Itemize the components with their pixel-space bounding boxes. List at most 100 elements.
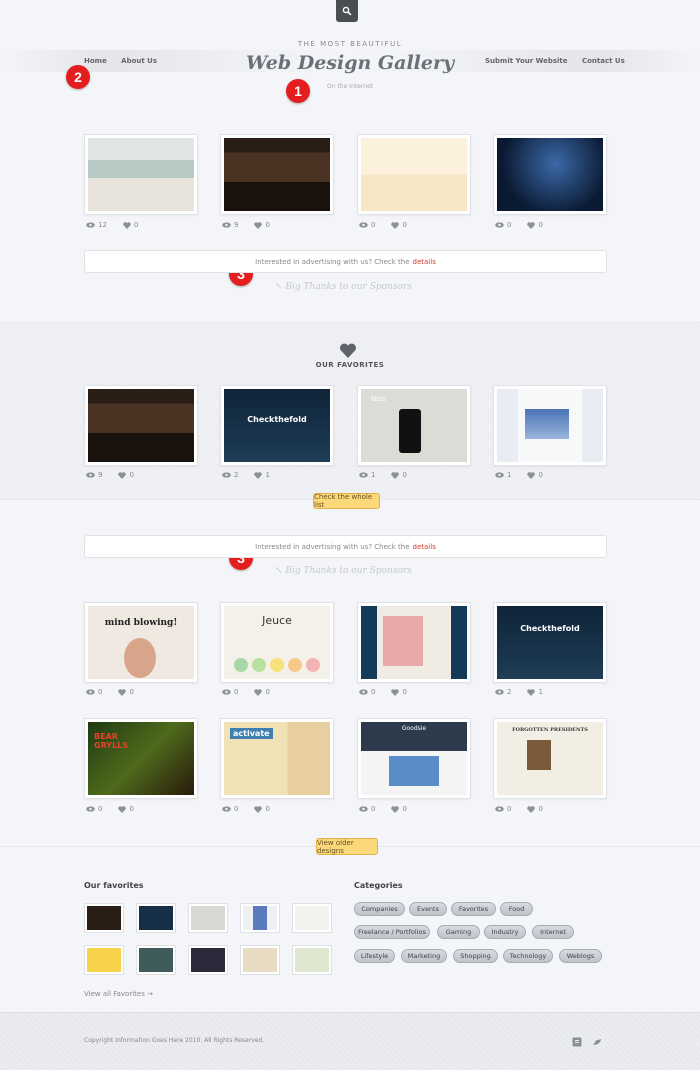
- eye-icon: [222, 806, 231, 812]
- footer-favorite-thumb[interactable]: [84, 903, 124, 933]
- categories-title: Categories: [354, 881, 403, 890]
- ad-details-link[interactable]: details: [413, 543, 436, 551]
- category-tag[interactable]: Technology: [503, 949, 553, 963]
- footer-favorite-thumb[interactable]: [188, 945, 228, 975]
- ad-text: Interested in advertising with us? Check…: [255, 257, 410, 266]
- likes-count: 0: [129, 805, 134, 813]
- likes-count: 1: [538, 688, 543, 696]
- favorite-thumb[interactable]: Nizo: [357, 385, 471, 466]
- heart-icon[interactable]: [118, 471, 127, 479]
- category-tag[interactable]: Companies: [354, 902, 405, 916]
- heart-icon[interactable]: [391, 688, 400, 696]
- thumb-label: FORGOTTEN PRESIDENTS: [512, 727, 588, 733]
- thumb-stats: 9 0: [222, 221, 270, 229]
- gallery-thumb[interactable]: activate: [220, 718, 334, 799]
- footer-favorite-thumb[interactable]: [240, 903, 280, 933]
- favorite-thumb[interactable]: [84, 385, 198, 466]
- search-button[interactable]: [336, 0, 358, 22]
- category-tag[interactable]: Freelance / Portfolios: [354, 925, 430, 939]
- gallery-thumb[interactable]: Checkthefold: [493, 602, 607, 683]
- twitter-icon[interactable]: [592, 1037, 602, 1047]
- heart-icon[interactable]: [391, 805, 400, 813]
- heart-icon[interactable]: [118, 805, 127, 813]
- category-tag[interactable]: Industry: [484, 925, 526, 939]
- heart-icon[interactable]: [254, 221, 263, 229]
- thumb-stats: 0 0: [359, 688, 407, 696]
- favorite-thumb[interactable]: [493, 385, 607, 466]
- eye-icon: [495, 806, 504, 812]
- heart-icon[interactable]: [254, 471, 263, 479]
- category-tag[interactable]: Food: [500, 902, 533, 916]
- footer-favorite-thumb[interactable]: [136, 945, 176, 975]
- site-subtitle: On the Internet: [326, 83, 373, 90]
- thumb-label: Goodsie: [401, 725, 427, 732]
- gallery-thumb[interactable]: [220, 134, 334, 215]
- footer-favorite-thumb[interactable]: [292, 903, 332, 933]
- category-tag[interactable]: Events: [409, 902, 447, 916]
- thumb-stats: 0 0: [86, 805, 134, 813]
- heart-icon[interactable]: [254, 805, 263, 813]
- eye-icon: [359, 806, 368, 812]
- likes-count: 0: [265, 805, 270, 813]
- gallery-thumb[interactable]: Jeuce: [220, 602, 334, 683]
- marker-1: 1: [286, 79, 310, 103]
- eye-icon: [222, 689, 231, 695]
- gallery-thumb[interactable]: [357, 602, 471, 683]
- heart-icon[interactable]: [123, 221, 131, 229]
- views-count: 0: [234, 805, 239, 813]
- facebook-icon[interactable]: [572, 1037, 582, 1047]
- views-count: 0: [371, 221, 376, 229]
- thumb-label: activate: [230, 728, 273, 739]
- check-whole-list-button[interactable]: Check the whole list: [313, 493, 380, 509]
- category-tag[interactable]: Weblogs: [559, 949, 602, 963]
- category-tag[interactable]: Internet: [532, 925, 574, 939]
- category-tag[interactable]: Gaming: [437, 925, 480, 939]
- eye-icon: [86, 689, 95, 695]
- view-older-designs-button[interactable]: View older designs: [316, 838, 378, 855]
- gallery-thumb[interactable]: mind blowing!: [84, 602, 198, 683]
- gallery-thumb[interactable]: [357, 134, 471, 215]
- views-count: 0: [507, 221, 512, 229]
- gallery-thumb[interactable]: [493, 134, 607, 215]
- eye-icon: [222, 472, 231, 478]
- category-tag[interactable]: Shopping: [453, 949, 498, 963]
- views-count: 2: [234, 471, 239, 479]
- gallery-thumb[interactable]: Goodsie: [357, 718, 471, 799]
- gallery-thumb[interactable]: [84, 134, 198, 215]
- footer-favorite-thumb[interactable]: [188, 903, 228, 933]
- thumb-stats: 9 0: [86, 471, 134, 479]
- eye-icon: [359, 472, 368, 478]
- likes-count: 0: [129, 471, 134, 479]
- heart-icon[interactable]: [118, 688, 127, 696]
- category-tag[interactable]: Lifestyle: [354, 949, 395, 963]
- likes-count: 0: [538, 471, 543, 479]
- ad-details-link[interactable]: details: [413, 258, 436, 266]
- thumb-stats: 0 0: [222, 688, 270, 696]
- gallery-thumb[interactable]: FORGOTTEN PRESIDENTS: [493, 718, 607, 799]
- category-tag[interactable]: Marketing: [401, 949, 447, 963]
- views-count: 0: [98, 805, 103, 813]
- thumb-label: BEAR GRYLLS: [94, 732, 129, 750]
- thumb-label: mind blowing!: [104, 618, 178, 628]
- heart-icon[interactable]: [527, 471, 536, 479]
- views-count: 1: [371, 471, 376, 479]
- heart-icon[interactable]: [391, 471, 400, 479]
- gallery-thumb[interactable]: BEAR GRYLLS: [84, 718, 198, 799]
- favorite-thumb[interactable]: Checkthefold: [220, 385, 334, 466]
- footer-favorite-thumb[interactable]: [240, 945, 280, 975]
- likes-count: 0: [129, 688, 134, 696]
- footer-favorite-thumb[interactable]: [292, 945, 332, 975]
- footer-favorite-thumb[interactable]: [136, 903, 176, 933]
- category-tag[interactable]: Favorites: [451, 902, 496, 916]
- eye-icon: [86, 806, 95, 812]
- heart-icon[interactable]: [527, 221, 536, 229]
- heart-icon[interactable]: [391, 221, 400, 229]
- heart-icon[interactable]: [254, 688, 263, 696]
- view-all-favorites-link[interactable]: View all Favorites →: [84, 990, 153, 998]
- site-logo-title[interactable]: Web Design Gallery: [0, 52, 700, 74]
- heart-icon[interactable]: [527, 688, 536, 696]
- thumb-stats: 0 0: [359, 221, 407, 229]
- footer-favorite-thumb[interactable]: [84, 945, 124, 975]
- likes-count: 1: [265, 471, 270, 479]
- heart-icon[interactable]: [527, 805, 536, 813]
